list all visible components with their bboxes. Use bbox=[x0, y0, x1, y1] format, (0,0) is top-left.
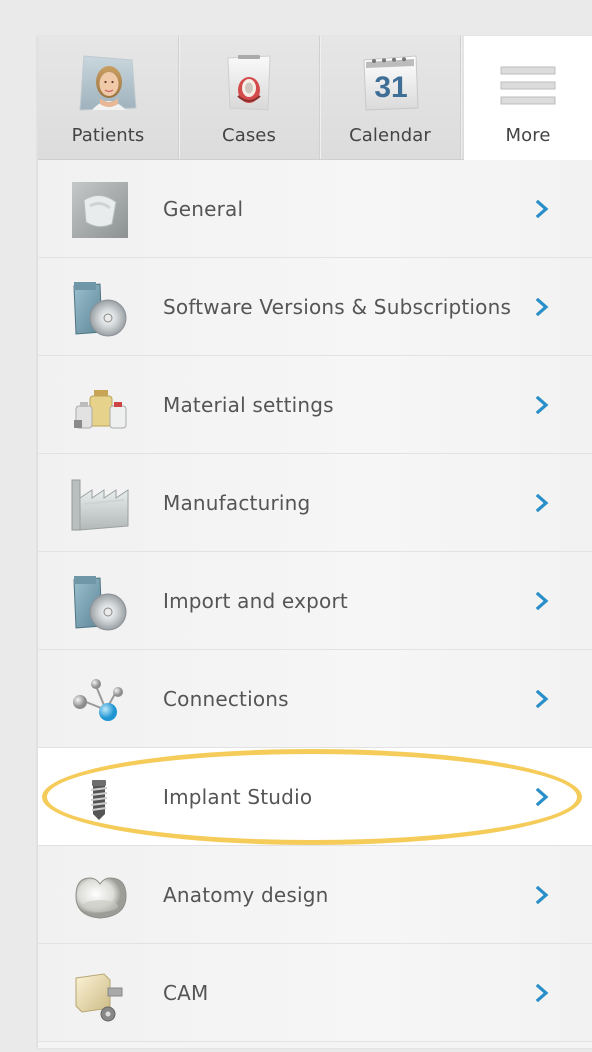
chevron-right-icon bbox=[535, 886, 549, 904]
menu-item-label: Import and export bbox=[163, 589, 348, 613]
connections-network-icon bbox=[73, 679, 123, 721]
case-crown-icon bbox=[227, 55, 271, 111]
menu-item-software-versions[interactable]: Software Versions & Subscriptions bbox=[38, 258, 592, 356]
material-bottles-icon bbox=[74, 390, 127, 429]
menu-item-material-settings[interactable]: Material settings bbox=[38, 356, 592, 454]
tab-label: Calendar bbox=[349, 125, 431, 146]
factory-icon bbox=[71, 479, 129, 531]
chevron-right-icon bbox=[535, 592, 549, 610]
menu-item-label: CAM bbox=[163, 981, 209, 1005]
chevron-right-icon bbox=[535, 494, 549, 512]
tab-patients[interactable]: Patients bbox=[38, 36, 179, 159]
cam-block-icon bbox=[75, 973, 123, 1022]
tab-calendar[interactable]: 31 Calendar bbox=[320, 36, 461, 159]
menu-item-import-export[interactable]: Import and export bbox=[38, 552, 592, 650]
menu-item-manufacturing[interactable]: Manufacturing bbox=[38, 454, 592, 552]
tab-more[interactable]: More bbox=[464, 36, 592, 160]
chevron-right-icon bbox=[535, 690, 549, 708]
tab-label: More bbox=[505, 125, 551, 146]
menu-item-cam[interactable]: CAM bbox=[38, 944, 592, 1042]
menu-item-label: Implant Studio bbox=[163, 785, 313, 809]
software-disc-icon bbox=[73, 282, 127, 337]
menu-item-general[interactable]: General bbox=[38, 160, 592, 258]
menu-item-anatomy-design[interactable]: Anatomy design bbox=[38, 846, 592, 944]
implant-screw-icon bbox=[90, 780, 108, 820]
chevron-right-icon bbox=[535, 396, 549, 414]
general-settings-icon bbox=[72, 182, 128, 238]
chevron-right-icon bbox=[535, 788, 549, 806]
menu-item-connections[interactable]: Connections bbox=[38, 650, 592, 748]
tab-label: Cases bbox=[222, 125, 276, 146]
menu-item-label: Connections bbox=[163, 687, 289, 711]
menu-item-label: Software Versions & Subscriptions bbox=[163, 295, 512, 319]
patient-avatar-icon bbox=[79, 55, 137, 111]
hamburger-menu-icon bbox=[500, 66, 556, 105]
menu-item-implant-studio[interactable]: Implant Studio bbox=[38, 748, 592, 846]
tooth-crown-icon bbox=[75, 877, 127, 919]
menu-item-label: Anatomy design bbox=[163, 883, 329, 907]
menu-item-label: Manufacturing bbox=[163, 491, 311, 515]
top-tab-bar: Patients Cases 31 Calendar More bbox=[38, 36, 592, 160]
tab-cases[interactable]: Cases bbox=[179, 36, 320, 159]
calendar-day: 31 bbox=[374, 71, 407, 104]
chevron-right-icon bbox=[535, 200, 549, 218]
calendar-icon: 31 bbox=[363, 55, 419, 111]
chevron-right-icon bbox=[535, 298, 549, 316]
chevron-right-icon bbox=[535, 984, 549, 1002]
menu-item-label: Material settings bbox=[163, 393, 334, 417]
import-export-disc-icon bbox=[73, 576, 127, 631]
menu-item-label: General bbox=[163, 197, 244, 221]
tab-label: Patients bbox=[71, 125, 145, 146]
more-settings-panel: Patients Cases 31 Calendar More General … bbox=[38, 36, 592, 1048]
